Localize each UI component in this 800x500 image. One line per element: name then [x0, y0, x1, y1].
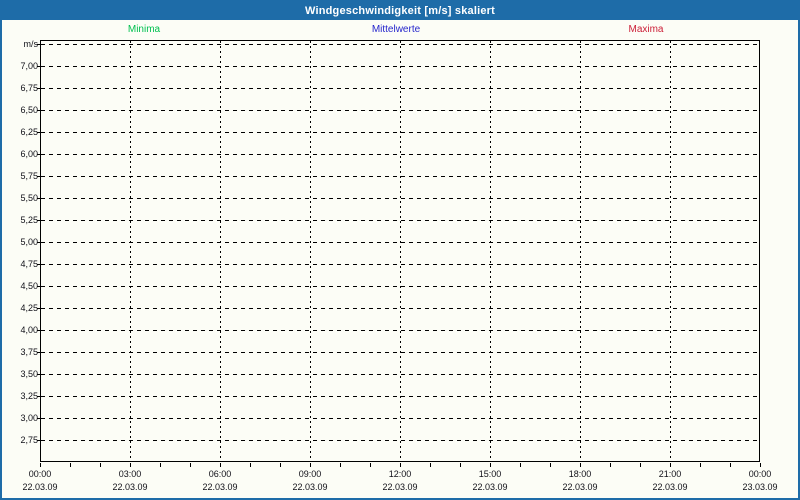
- v-gridline: [670, 41, 671, 461]
- y-axis-tick: [37, 88, 40, 89]
- y-axis-tick: [37, 418, 40, 419]
- x-axis-tick: [130, 463, 131, 467]
- x-axis-tick: [640, 463, 641, 467]
- legend-label-maxima: Maxima: [628, 24, 664, 35]
- y-axis-label: 7,00: [20, 61, 38, 71]
- x-axis-date-label: 23.03.09: [742, 482, 778, 492]
- v-gridline: [220, 41, 221, 461]
- v-gridline: [580, 41, 581, 461]
- x-axis-time-label: 18:00: [568, 469, 592, 479]
- x-axis-tick: [70, 463, 71, 467]
- x-axis-time-label: 00:00: [28, 469, 52, 479]
- x-axis-tick: [40, 463, 41, 467]
- window-title: Windgeschwindigkeit [m/s] skaliert: [304, 5, 496, 17]
- x-axis-tick: [610, 463, 611, 467]
- x-axis-date-label: 22.03.09: [292, 482, 328, 492]
- legend-label-mittelwerte: Mittelwerte: [371, 24, 421, 35]
- y-axis-label: 6,00: [20, 149, 38, 159]
- x-axis-tick: [220, 463, 221, 467]
- y-axis-label: 6,75: [20, 83, 38, 93]
- y-axis-tick: [37, 110, 40, 111]
- y-axis-tick: [37, 220, 40, 221]
- x-axis-tick: [310, 463, 311, 467]
- y-axis-label: 3,00: [20, 413, 38, 423]
- v-gridline: [400, 41, 401, 461]
- x-axis-date-label: 22.03.09: [472, 482, 508, 492]
- x-axis-tick: [400, 463, 401, 467]
- y-axis-tick: [37, 374, 40, 375]
- x-axis-tick: [520, 463, 521, 467]
- x-axis-time-label: 12:00: [388, 469, 412, 479]
- y-axis-tick: [37, 330, 40, 331]
- y-axis-label: 4,75: [20, 259, 38, 269]
- title-bar: Windgeschwindigkeit [m/s] skaliert: [2, 2, 798, 20]
- y-axis-label: 4,00: [20, 325, 38, 335]
- legend-label-minima: Minima: [127, 24, 161, 35]
- x-axis-date-label: 22.03.09: [22, 482, 58, 492]
- x-axis-tick: [100, 463, 101, 467]
- x-axis-tick: [280, 463, 281, 467]
- y-axis-label: 3,50: [20, 369, 38, 379]
- x-axis-tick: [730, 463, 731, 467]
- y-axis-unit: m/s: [23, 39, 39, 49]
- x-axis-date-label: 22.03.09: [652, 482, 688, 492]
- y-axis-tick: [37, 198, 40, 199]
- y-axis-tick: [37, 286, 40, 287]
- x-axis-tick: [670, 463, 671, 467]
- y-axis-tick: [37, 132, 40, 133]
- y-axis-tick: [37, 44, 40, 45]
- x-axis-tick: [370, 463, 371, 467]
- v-gridline: [310, 41, 311, 461]
- x-axis-time-label: 15:00: [478, 469, 502, 479]
- y-axis-tick: [37, 154, 40, 155]
- x-axis-time-label: 00:00: [748, 469, 772, 479]
- y-axis-tick: [37, 176, 40, 177]
- x-axis-tick: [700, 463, 701, 467]
- y-axis-label: 6,50: [20, 105, 38, 115]
- x-axis-tick: [550, 463, 551, 467]
- x-axis-tick: [190, 463, 191, 467]
- x-axis-date-label: 22.03.09: [202, 482, 238, 492]
- x-axis-tick: [430, 463, 431, 467]
- x-axis-time-label: 03:00: [118, 469, 142, 479]
- y-axis-label: 4,25: [20, 303, 38, 313]
- x-axis-tick: [760, 463, 761, 467]
- y-axis-tick: [37, 308, 40, 309]
- v-gridline: [130, 41, 131, 461]
- x-axis-tick: [490, 463, 491, 467]
- y-axis-label: 2,75: [20, 435, 38, 445]
- y-axis-label: 3,75: [20, 347, 38, 357]
- y-axis-tick: [37, 264, 40, 265]
- x-axis-time-label: 06:00: [208, 469, 232, 479]
- y-axis-label: 4,50: [20, 281, 38, 291]
- y-axis-tick: [37, 440, 40, 441]
- y-axis-tick: [37, 352, 40, 353]
- y-axis-tick: [37, 66, 40, 67]
- v-gridline: [490, 41, 491, 461]
- x-axis-tick: [580, 463, 581, 467]
- y-axis-label: 5,00: [20, 237, 38, 247]
- x-axis-date-label: 22.03.09: [382, 482, 418, 492]
- y-axis-tick: [37, 242, 40, 243]
- y-axis-label: 5,75: [20, 171, 38, 181]
- y-axis-label: 5,50: [20, 193, 38, 203]
- y-axis-tick: [37, 396, 40, 397]
- x-axis-tick: [460, 463, 461, 467]
- chart-window: Windgeschwindigkeit [m/s] skaliert Minim…: [0, 0, 800, 500]
- x-axis-date-label: 22.03.09: [562, 482, 598, 492]
- x-axis-date-label: 22.03.09: [112, 482, 148, 492]
- x-axis-time-label: 21:00: [658, 469, 682, 479]
- x-axis-time-label: 09:00: [298, 469, 322, 479]
- y-axis-label: 6,25: [20, 127, 38, 137]
- x-axis-tick: [160, 463, 161, 467]
- y-axis-label: 3,25: [20, 391, 38, 401]
- x-axis-tick: [340, 463, 341, 467]
- y-axis-label: 5,25: [20, 215, 38, 225]
- x-axis-tick: [250, 463, 251, 467]
